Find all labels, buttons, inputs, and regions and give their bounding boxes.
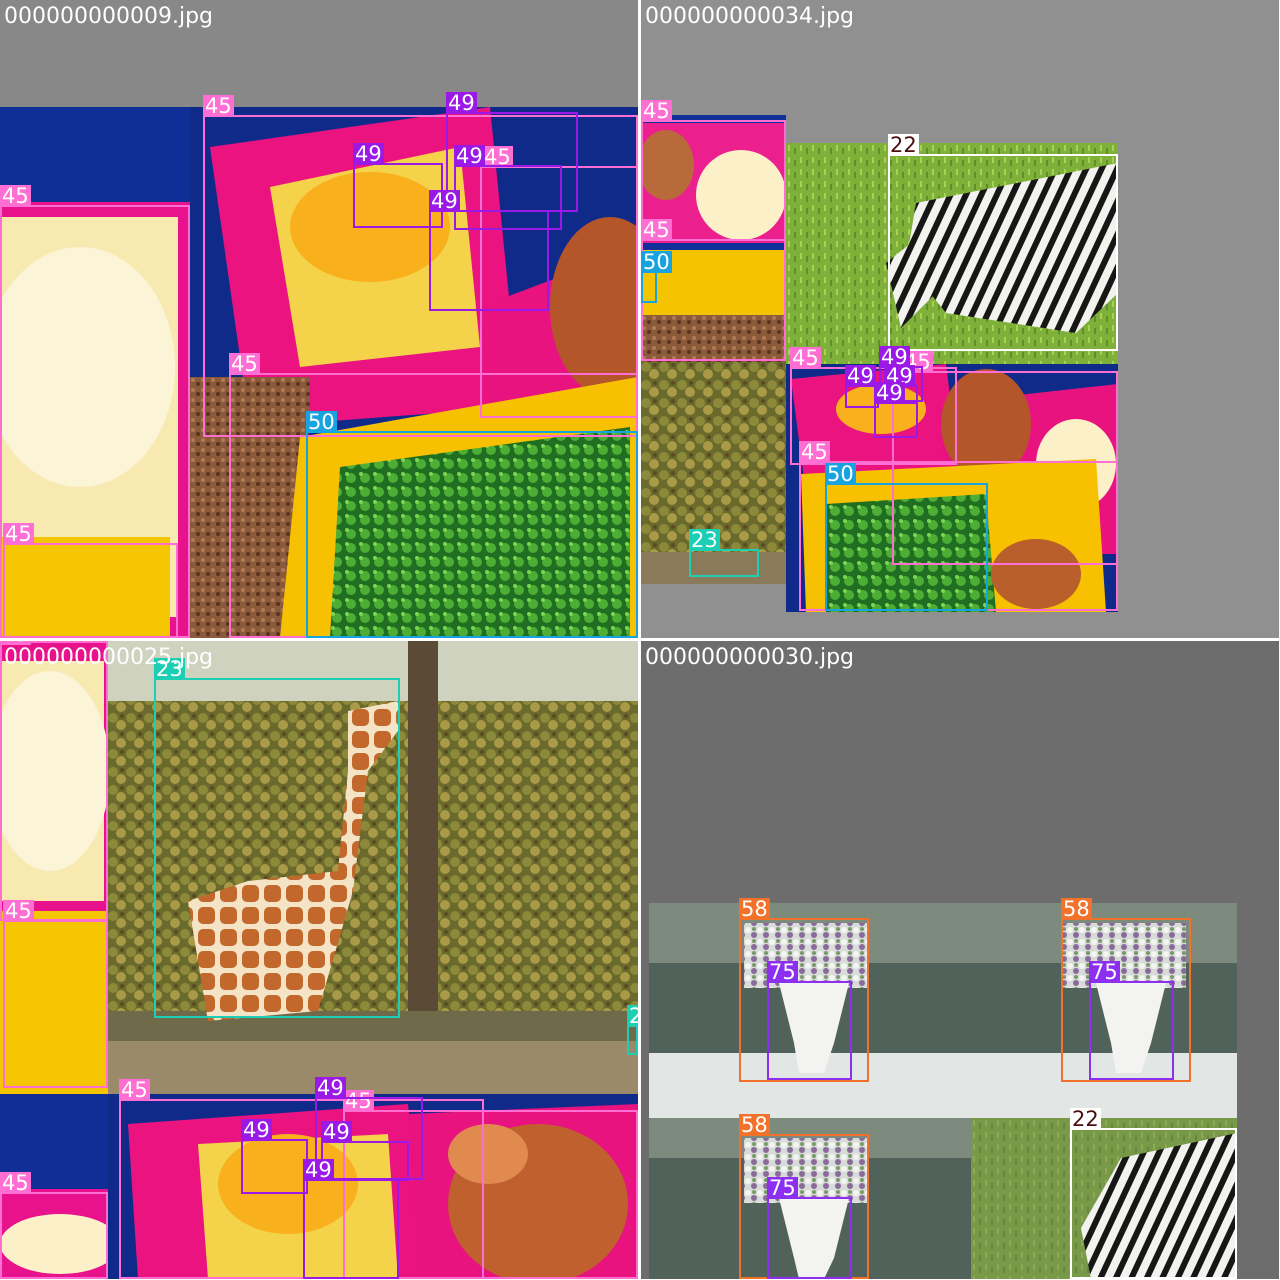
bbox-class-label: 58 [739,897,770,921]
bbox-class-label: 50 [825,462,856,486]
tile-filename-label: 000000000034.jpg [645,4,854,29]
bbox-broccoli: 50 [641,251,672,303]
mosaic-tile-3: 000000000025.jpg 45 45 45 23 23 45 [0,641,638,1279]
bbox-class-label: 49 [454,144,485,168]
bbox-class-label: 45 [229,352,260,376]
bbox-class-label: 45 [641,99,672,123]
bbox-broccoli: 50 [825,463,988,611]
bbox-giraffe: 23 [627,1005,638,1055]
bbox-bowl: 45 [0,1172,108,1279]
bbox-orange: 49 [874,382,918,438]
bbox-orange: 49 [429,190,549,311]
bbox-class-label: 45 [119,1078,150,1102]
bbox-class-label: 45 [0,1171,31,1195]
tile-filename-label: 000000000025.jpg [4,645,213,670]
mosaic-divider-horizontal [0,638,1280,641]
bbox-class-label: 45 [641,218,672,242]
bbox-class-label: 45 [0,184,31,208]
tile-filename-label: 000000000009.jpg [4,4,213,29]
bbox-class-label: 49 [303,1158,334,1182]
bbox-class-label: 49 [446,91,477,115]
bbox-class-label: 49 [429,189,460,213]
bbox-vase: 75 [767,1177,852,1279]
bbox-orange: 49 [241,1119,308,1194]
bbox-class-label: 49 [874,381,905,405]
bbox-class-label: 49 [315,1076,346,1100]
tile-filename-label: 000000000030.jpg [645,645,854,670]
bbox-orange: 49 [303,1159,399,1279]
bbox-class-label: 75 [1089,960,1120,984]
bbox-vase: 75 [1089,961,1174,1080]
bbox-class-label: 49 [241,1118,272,1142]
bbox-class-label: 23 [689,528,720,552]
bbox-class-label: 49 [353,142,384,166]
bbox-zebra: 22 [888,134,1118,351]
bbox-class-label: 22 [1070,1107,1101,1131]
bbox-class-label: 45 [3,899,34,923]
bbox-class-label: 45 [799,440,830,464]
bbox-class-label: 50 [641,250,672,274]
bbox-class-label: 58 [1061,897,1092,921]
bbox-giraffe: 23 [689,529,759,577]
bbox-class-label: 58 [739,1113,770,1137]
bbox-class-label: 50 [306,410,337,434]
bbox-class-label: 75 [767,960,798,984]
bbox-vase: 75 [767,961,852,1080]
bbox-broccoli: 50 [306,411,638,638]
bbox-class-label: 45 [203,94,234,118]
bbox-bowl: 45 [3,900,108,1088]
mosaic-tile-2: 000000000034.jpg 45 45 50 23 22 45 45 45… [641,0,1279,638]
bbox-class-label: 45 [3,522,34,546]
bbox-class-label: 75 [767,1176,798,1200]
bbox-class-label: 49 [321,1120,352,1144]
bbox-class-label: 45 [790,346,821,370]
bbox-class-label: 49 [845,364,876,388]
bbox-giraffe: 23 [154,658,400,1018]
bbox-bowl: 45 [3,523,178,638]
bbox-orange: 49 [321,1121,409,1181]
mosaic-tile-4: 000000000030.jpg 58 75 58 75 58 75 22 [641,641,1279,1279]
mosaic-tile-1: 000000000009.jpg 45 45 45 45 45 49 49 49… [0,0,638,638]
bbox-bowl: 45 [0,641,108,921]
bbox-zebra: 22 [1070,1108,1237,1279]
bbox-class-label: 23 [627,1005,638,1027]
bbox-class-label: 22 [888,133,919,157]
